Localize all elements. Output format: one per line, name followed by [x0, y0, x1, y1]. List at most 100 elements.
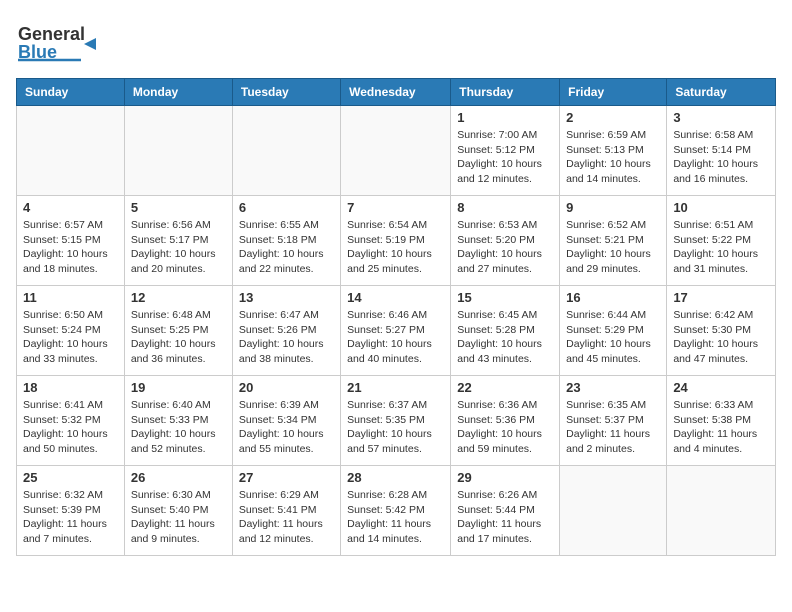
calendar-header: SundayMondayTuesdayWednesdayThursdayFrid…: [17, 79, 776, 106]
day-cell: 7 Sunrise: 6:54 AM Sunset: 5:19 PM Daylig…: [341, 196, 451, 286]
day-cell: 22 Sunrise: 6:36 AM Sunset: 5:36 PM Dayli…: [451, 376, 560, 466]
header-cell-friday: Friday: [560, 79, 667, 106]
day-number: 16: [566, 290, 660, 305]
day-info: Sunrise: 6:37 AM Sunset: 5:35 PM Dayligh…: [347, 398, 444, 457]
day-number: 3: [673, 110, 769, 125]
day-cell: [17, 106, 125, 196]
day-info: Sunrise: 6:48 AM Sunset: 5:25 PM Dayligh…: [131, 308, 226, 367]
day-info: Sunrise: 6:39 AM Sunset: 5:34 PM Dayligh…: [239, 398, 334, 457]
day-cell: 28 Sunrise: 6:28 AM Sunset: 5:42 PM Dayli…: [341, 466, 451, 556]
header: General Blue: [16, 16, 776, 66]
calendar-table: SundayMondayTuesdayWednesdayThursdayFrid…: [16, 78, 776, 556]
day-cell: 1 Sunrise: 7:00 AM Sunset: 5:12 PM Daylig…: [451, 106, 560, 196]
day-cell: 27 Sunrise: 6:29 AM Sunset: 5:41 PM Dayli…: [232, 466, 340, 556]
week-row-2: 11 Sunrise: 6:50 AM Sunset: 5:24 PM Dayli…: [17, 286, 776, 376]
day-number: 15: [457, 290, 553, 305]
week-row-0: 1 Sunrise: 7:00 AM Sunset: 5:12 PM Daylig…: [17, 106, 776, 196]
day-cell: 24 Sunrise: 6:33 AM Sunset: 5:38 PM Dayli…: [667, 376, 776, 466]
header-cell-wednesday: Wednesday: [341, 79, 451, 106]
day-info: Sunrise: 6:52 AM Sunset: 5:21 PM Dayligh…: [566, 218, 660, 277]
day-info: Sunrise: 6:57 AM Sunset: 5:15 PM Dayligh…: [23, 218, 118, 277]
svg-text:General: General: [18, 24, 85, 44]
day-info: Sunrise: 6:58 AM Sunset: 5:14 PM Dayligh…: [673, 128, 769, 187]
day-number: 14: [347, 290, 444, 305]
day-cell: [667, 466, 776, 556]
day-info: Sunrise: 6:54 AM Sunset: 5:19 PM Dayligh…: [347, 218, 444, 277]
day-info: Sunrise: 6:36 AM Sunset: 5:36 PM Dayligh…: [457, 398, 553, 457]
day-cell: [341, 106, 451, 196]
day-info: Sunrise: 6:28 AM Sunset: 5:42 PM Dayligh…: [347, 488, 444, 547]
day-cell: 2Sunrise: 6:59 AM Sunset: 5:13 PM Daylig…: [560, 106, 667, 196]
day-cell: 3 Sunrise: 6:58 AM Sunset: 5:14 PM Daylig…: [667, 106, 776, 196]
day-cell: 4 Sunrise: 6:57 AM Sunset: 5:15 PM Daylig…: [17, 196, 125, 286]
calendar-body: 1 Sunrise: 7:00 AM Sunset: 5:12 PM Daylig…: [17, 106, 776, 556]
day-cell: 12 Sunrise: 6:48 AM Sunset: 5:25 PM Dayli…: [124, 286, 232, 376]
day-number: 13: [239, 290, 334, 305]
day-number: 23: [566, 380, 660, 395]
header-row: SundayMondayTuesdayWednesdayThursdayFrid…: [17, 79, 776, 106]
day-cell: 10Sunrise: 6:51 AM Sunset: 5:22 PM Dayli…: [667, 196, 776, 286]
day-info: Sunrise: 6:33 AM Sunset: 5:38 PM Dayligh…: [673, 398, 769, 457]
day-info: Sunrise: 6:56 AM Sunset: 5:17 PM Dayligh…: [131, 218, 226, 277]
day-cell: 26 Sunrise: 6:30 AM Sunset: 5:40 PM Dayli…: [124, 466, 232, 556]
day-number: 20: [239, 380, 334, 395]
day-cell: 25Sunrise: 6:32 AM Sunset: 5:39 PM Dayli…: [17, 466, 125, 556]
day-info: Sunrise: 6:35 AM Sunset: 5:37 PM Dayligh…: [566, 398, 660, 457]
day-cell: [124, 106, 232, 196]
header-cell-saturday: Saturday: [667, 79, 776, 106]
day-cell: 9 Sunrise: 6:52 AM Sunset: 5:21 PM Daylig…: [560, 196, 667, 286]
day-number: 1: [457, 110, 553, 125]
day-number: 4: [23, 200, 118, 215]
day-number: 21: [347, 380, 444, 395]
day-number: 22: [457, 380, 553, 395]
day-info: Sunrise: 6:30 AM Sunset: 5:40 PM Dayligh…: [131, 488, 226, 547]
day-number: 28: [347, 470, 444, 485]
day-number: 18: [23, 380, 118, 395]
day-cell: [560, 466, 667, 556]
day-number: 9: [566, 200, 660, 215]
day-info: Sunrise: 6:50 AM Sunset: 5:24 PM Dayligh…: [23, 308, 118, 367]
day-cell: 15 Sunrise: 6:45 AM Sunset: 5:28 PM Dayli…: [451, 286, 560, 376]
day-cell: 5Sunrise: 6:56 AM Sunset: 5:17 PM Daylig…: [124, 196, 232, 286]
day-cell: 8 Sunrise: 6:53 AM Sunset: 5:20 PM Daylig…: [451, 196, 560, 286]
day-info: Sunrise: 6:47 AM Sunset: 5:26 PM Dayligh…: [239, 308, 334, 367]
day-info: Sunrise: 6:45 AM Sunset: 5:28 PM Dayligh…: [457, 308, 553, 367]
day-number: 11: [23, 290, 118, 305]
header-cell-tuesday: Tuesday: [232, 79, 340, 106]
day-number: 8: [457, 200, 553, 215]
logo-svg: General Blue: [16, 16, 106, 66]
day-info: Sunrise: 6:32 AM Sunset: 5:39 PM Dayligh…: [23, 488, 118, 547]
header-cell-sunday: Sunday: [17, 79, 125, 106]
day-cell: 21 Sunrise: 6:37 AM Sunset: 5:35 PM Dayli…: [341, 376, 451, 466]
day-number: 26: [131, 470, 226, 485]
day-number: 24: [673, 380, 769, 395]
day-info: Sunrise: 6:55 AM Sunset: 5:18 PM Dayligh…: [239, 218, 334, 277]
day-cell: 13 Sunrise: 6:47 AM Sunset: 5:26 PM Dayli…: [232, 286, 340, 376]
day-cell: 6Sunrise: 6:55 AM Sunset: 5:18 PM Daylig…: [232, 196, 340, 286]
day-number: 10: [673, 200, 769, 215]
day-cell: 23 Sunrise: 6:35 AM Sunset: 5:37 PM Dayli…: [560, 376, 667, 466]
day-info: Sunrise: 6:53 AM Sunset: 5:20 PM Dayligh…: [457, 218, 553, 277]
day-cell: 19Sunrise: 6:40 AM Sunset: 5:33 PM Dayli…: [124, 376, 232, 466]
day-cell: 17Sunrise: 6:42 AM Sunset: 5:30 PM Dayli…: [667, 286, 776, 376]
day-number: 7: [347, 200, 444, 215]
day-cell: 20 Sunrise: 6:39 AM Sunset: 5:34 PM Dayli…: [232, 376, 340, 466]
day-cell: 18Sunrise: 6:41 AM Sunset: 5:32 PM Dayli…: [17, 376, 125, 466]
week-row-4: 25Sunrise: 6:32 AM Sunset: 5:39 PM Dayli…: [17, 466, 776, 556]
day-number: 12: [131, 290, 226, 305]
week-row-3: 18Sunrise: 6:41 AM Sunset: 5:32 PM Dayli…: [17, 376, 776, 466]
day-number: 19: [131, 380, 226, 395]
day-info: Sunrise: 7:00 AM Sunset: 5:12 PM Dayligh…: [457, 128, 553, 187]
day-cell: 29 Sunrise: 6:26 AM Sunset: 5:44 PM Dayli…: [451, 466, 560, 556]
day-number: 27: [239, 470, 334, 485]
day-number: 17: [673, 290, 769, 305]
day-info: Sunrise: 6:26 AM Sunset: 5:44 PM Dayligh…: [457, 488, 553, 547]
week-row-1: 4 Sunrise: 6:57 AM Sunset: 5:15 PM Daylig…: [17, 196, 776, 286]
logo: General Blue: [16, 16, 106, 66]
header-cell-thursday: Thursday: [451, 79, 560, 106]
day-info: Sunrise: 6:29 AM Sunset: 5:41 PM Dayligh…: [239, 488, 334, 547]
day-info: Sunrise: 6:59 AM Sunset: 5:13 PM Dayligh…: [566, 128, 660, 187]
day-cell: [232, 106, 340, 196]
day-info: Sunrise: 6:44 AM Sunset: 5:29 PM Dayligh…: [566, 308, 660, 367]
day-number: 29: [457, 470, 553, 485]
